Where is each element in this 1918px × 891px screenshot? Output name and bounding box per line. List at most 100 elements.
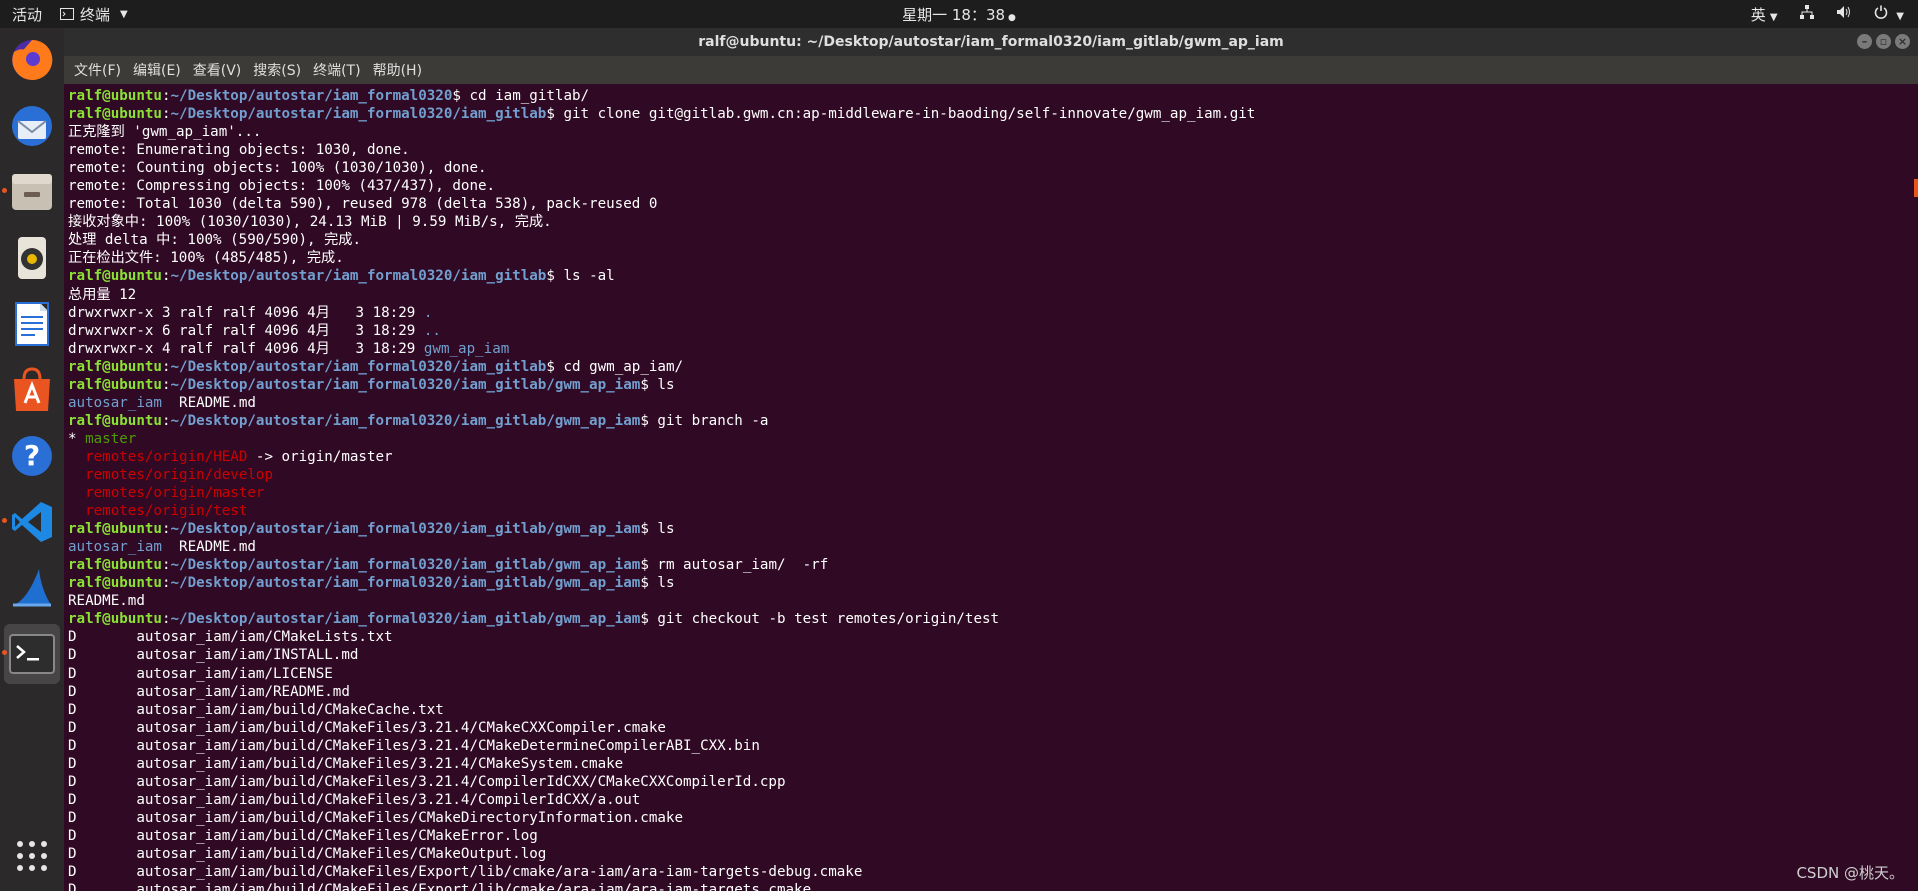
window-titlebar[interactable]: ralf@ubuntu: ~/Desktop/autostar/iam_form… — [64, 28, 1918, 56]
terminal-line: remotes/origin/HEAD -> origin/master — [68, 448, 1255, 466]
output-text: D autosar_iam/iam/build/CMakeFiles/3.21.… — [68, 773, 786, 790]
listing-text: drwxrwxr-x 3 ralf ralf 4096 4月 3 18:29 — [68, 304, 424, 321]
power-menu[interactable]: ▼ — [1874, 5, 1904, 23]
terminal-line: ralf@ubuntu:~/Desktop/autostar/iam_forma… — [68, 557, 829, 574]
terminal-line: D autosar_iam/iam/build/CMakeFiles/CMake… — [68, 809, 1255, 827]
menu-file[interactable]: 文件(F) — [74, 60, 121, 80]
firefox-launcher[interactable] — [4, 30, 60, 90]
prompt-user: ralf@ubuntu — [68, 268, 162, 285]
menu-terminal[interactable]: 终端(T) — [313, 60, 360, 80]
prompt-user: ralf@ubuntu — [68, 575, 162, 592]
menu-help[interactable]: 帮助(H) — [373, 60, 422, 80]
help-launcher[interactable]: ? — [4, 426, 60, 486]
terminal-line: D autosar_iam/iam/build/CMakeCache.txt — [68, 701, 1255, 719]
file-entry: README.md — [161, 394, 256, 411]
output-text: README.md — [68, 593, 145, 610]
output-text: D autosar_iam/iam/build/CMakeFiles/CMake… — [68, 827, 538, 844]
terminal-line: D autosar_iam/iam/build/CMakeFiles/3.21.… — [68, 719, 1255, 737]
notification-dot-icon: ● — [1008, 12, 1016, 23]
prompt-user: ralf@ubuntu — [68, 521, 162, 538]
terminal-line: drwxrwxr-x 3 ralf ralf 4096 4月 3 18:29 . — [68, 304, 1255, 322]
close-button[interactable]: × — [1895, 34, 1910, 49]
prompt-user: ralf@ubuntu — [68, 611, 162, 628]
terminal-output: ralf@ubuntu:~/Desktop/autostar/iam_forma… — [68, 87, 1255, 891]
terminal-line: ralf@ubuntu:~/Desktop/autostar/iam_forma… — [68, 575, 675, 592]
output-text: D autosar_iam/iam/build/CMakeFiles/3.21.… — [68, 755, 624, 772]
prompt-path: ~/Desktop/autostar/iam_formal0320 — [170, 88, 453, 104]
power-icon — [1874, 5, 1887, 19]
terminal-line: ralf@ubuntu:~/Desktop/autostar/iam_forma… — [68, 268, 615, 285]
terminal-line: 接收对象中: 100% (1030/1030), 24.13 MiB | 9.5… — [68, 213, 1255, 231]
svg-text:?: ? — [24, 439, 40, 472]
running-indicator — [2, 188, 7, 193]
terminal-line: drwxrwxr-x 6 ralf ralf 4096 4月 3 18:29 .… — [68, 322, 1255, 340]
output-text: 总用量 12 — [68, 286, 137, 303]
input-method-menu[interactable]: 英 ▼ — [1751, 4, 1778, 25]
terminal-line: remote: Enumerating objects: 1030, done. — [68, 141, 1255, 159]
terminal-line: remotes/origin/test — [68, 502, 1255, 520]
remote-branch: remotes/origin/HEAD — [85, 448, 248, 465]
output-text: D autosar_iam/iam/INSTALL.md — [68, 647, 359, 664]
scrollbar-indicator[interactable] — [1914, 179, 1918, 197]
maximize-button[interactable]: ▫ — [1876, 34, 1891, 49]
thunderbird-launcher[interactable] — [4, 96, 60, 156]
chevron-down-icon: ▼ — [1769, 11, 1778, 23]
grid-icon — [17, 841, 47, 871]
directory-entry: autosar_iam — [68, 539, 162, 556]
command-text: cd gwm_ap_iam/ — [563, 358, 684, 375]
prompt-user: ralf@ubuntu — [68, 106, 162, 123]
output-text: D autosar_iam/iam/build/CMakeFiles/CMake… — [68, 809, 683, 826]
writer-icon — [15, 302, 49, 346]
activities-button[interactable]: 活动 — [0, 4, 54, 25]
terminal-line: D autosar_iam/iam/build/CMakeFiles/CMake… — [68, 827, 1255, 845]
menu-view[interactable]: 查看(V) — [193, 60, 242, 80]
software-icon — [14, 367, 50, 411]
vscode-launcher[interactable] — [2, 492, 60, 552]
command-text: git clone git@gitlab.gwm.cn:ap-middlewar… — [563, 106, 1256, 123]
menu-search[interactable]: 搜索(S) — [253, 60, 301, 80]
menu-edit[interactable]: 编辑(E) — [133, 60, 181, 80]
software-launcher[interactable] — [4, 360, 60, 420]
help-icon: ? — [12, 436, 52, 476]
terminal-launcher[interactable] — [2, 624, 60, 684]
terminal-line: D autosar_iam/iam/build/CMakeFiles/CMake… — [68, 845, 1255, 863]
files-launcher[interactable] — [2, 162, 60, 222]
output-text: remote: Compressing objects: 100% (437/4… — [68, 178, 496, 195]
file-entry: README.md — [161, 539, 256, 556]
remote-branch: remotes/origin/master — [85, 485, 265, 502]
output-text: D autosar_iam/iam/CMakeLists.txt — [68, 629, 393, 646]
terminal-area[interactable]: ralf@ubuntu:~/Desktop/autostar/iam_forma… — [64, 84, 1918, 891]
terminal-line: D autosar_iam/iam/build/CMakeFiles/Expor… — [68, 881, 1255, 891]
terminal-line: autosar_iam README.md — [68, 538, 1255, 556]
dock: ? — [0, 28, 64, 891]
terminal-line: ralf@ubuntu:~/Desktop/autostar/iam_forma… — [68, 106, 1256, 123]
command-text: ls -al — [563, 268, 615, 285]
clock[interactable]: 星期一 18：38 ● — [902, 4, 1016, 25]
wireshark-launcher[interactable] — [4, 558, 60, 618]
output-text: remote: Enumerating objects: 1030, done. — [68, 142, 410, 159]
volume-icon[interactable] — [1836, 5, 1852, 23]
writer-launcher[interactable] — [4, 294, 60, 354]
prompt-user: ralf@ubuntu — [68, 557, 162, 574]
firefox-icon — [12, 39, 53, 80]
show-applications-button[interactable] — [15, 839, 49, 877]
terminal-line: D autosar_iam/iam/build/CMakeFiles/3.21.… — [68, 791, 1255, 809]
minimize-button[interactable]: – — [1857, 34, 1872, 49]
terminal-line: 正克隆到 'gwm_ap_iam'... — [68, 123, 1255, 141]
listing-text: drwxrwxr-x 4 ralf ralf 4096 4月 3 18:29 — [68, 340, 424, 357]
terminal-line: ralf@ubuntu:~/Desktop/autostar/iam_forma… — [68, 358, 684, 375]
prompt-user: ralf@ubuntu — [68, 88, 162, 104]
app-menu[interactable]: 终端 ▼ — [54, 4, 128, 25]
rhythmbox-launcher[interactable] — [4, 228, 60, 288]
network-icon[interactable] — [1799, 5, 1814, 23]
output-text: D autosar_iam/iam/LICENSE — [68, 665, 333, 682]
terminal-line: D autosar_iam/iam/build/CMakeFiles/3.21.… — [68, 773, 1255, 791]
terminal-line: ralf@ubuntu:~/Desktop/autostar/iam_forma… — [68, 611, 1000, 628]
prompt-path: ~/Desktop/autostar/iam_formal0320/iam_gi… — [170, 268, 547, 285]
branch-marker: * — [68, 430, 86, 447]
system-tray: 英 ▼ ▼ — [1751, 4, 1904, 25]
